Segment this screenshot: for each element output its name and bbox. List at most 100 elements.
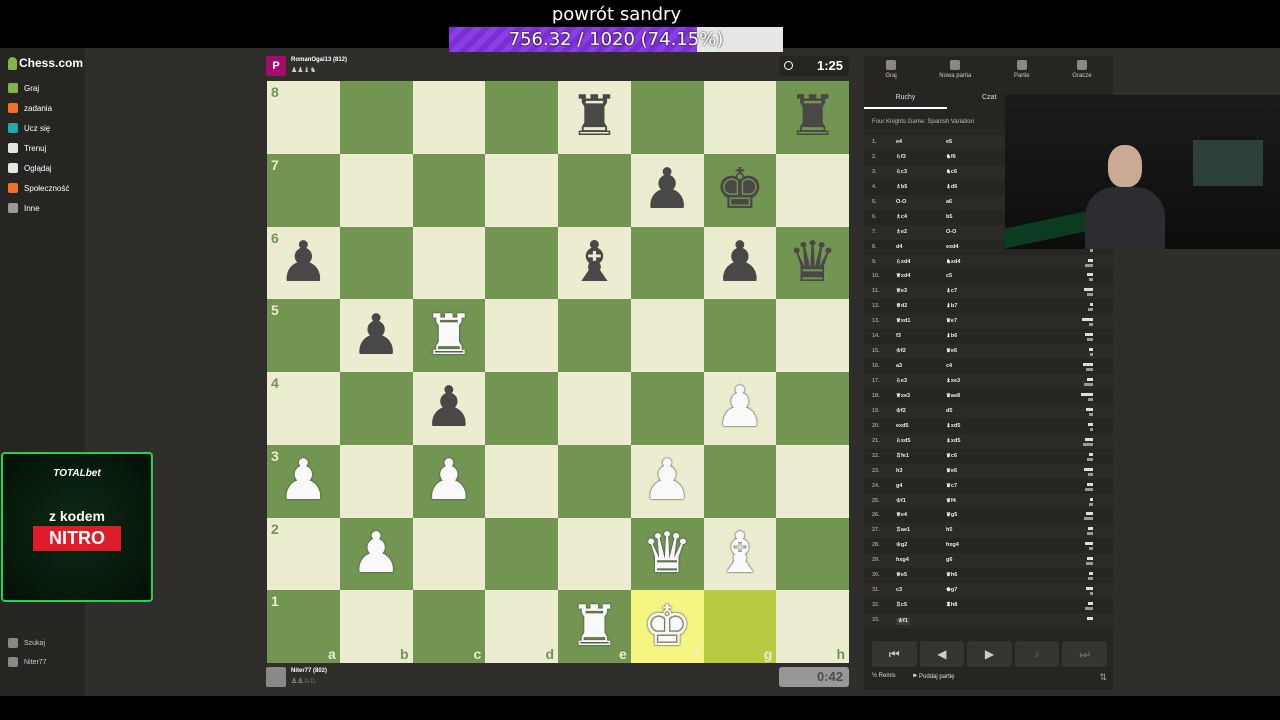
black-move[interactable]: ♝xe3 [946, 378, 960, 384]
white-move[interactable]: ♔g2 [896, 542, 907, 548]
square-h8[interactable]: ♜ [776, 81, 849, 154]
square-a5[interactable]: 5 [267, 299, 340, 372]
sidebar-item-graj[interactable]: Graj [8, 83, 39, 93]
square-c3[interactable]: ♟ [412, 444, 486, 518]
square-c5[interactable]: ♜ [412, 299, 486, 372]
square-g8[interactable] [703, 81, 777, 154]
square-d7[interactable] [485, 153, 558, 227]
square-h7[interactable] [776, 153, 849, 227]
white-move[interactable]: c3 [896, 587, 902, 593]
black-move[interactable]: exd4 [946, 244, 959, 250]
white-pawn-icon[interactable]: ♟ [413, 445, 486, 518]
white-move[interactable]: ♔f2 [896, 408, 906, 414]
square-c7[interactable] [412, 153, 486, 227]
black-move[interactable]: ♛g5 [946, 512, 957, 518]
black-move[interactable]: ♛ae8 [946, 393, 960, 399]
square-a2[interactable]: 2 [267, 517, 340, 591]
black-move[interactable]: ♝xd5 [946, 438, 960, 444]
chess-board[interactable]: 8 ♜ ♜ 7 ♟ ♚ 6 ♟ ♝ ♟ ♛ 5 ♟ ♜ 4 ♟ ♟ 3 ♟ ♟ ♟ 2 ♟ ♛ ♝ 1 a b c d e ♜ f ♚ g h [267, 81, 849, 663]
square-h4[interactable] [776, 372, 849, 445]
black-move[interactable]: g6 [946, 557, 952, 563]
black-move[interactable]: ♝xd5 [946, 423, 960, 429]
black-rook-icon[interactable]: ♜ [558, 81, 631, 154]
black-pawn-icon[interactable]: ♟ [413, 372, 486, 445]
white-move[interactable]: d4 [896, 244, 902, 250]
white-move[interactable]: ♖fe1 [896, 453, 909, 459]
square-h2[interactable] [776, 517, 849, 591]
black-move[interactable]: d5 [946, 408, 952, 414]
square-g3[interactable] [703, 444, 777, 518]
white-pawn-icon[interactable]: ♟ [704, 372, 777, 445]
square-a4[interactable]: 4 [267, 372, 340, 445]
white-move[interactable]: ♕xd4 [896, 273, 910, 279]
white-move[interactable]: e4 [896, 139, 902, 145]
white-rook-icon[interactable]: ♜ [558, 590, 631, 663]
square-f5[interactable] [630, 299, 704, 372]
square-f3[interactable]: ♟ [630, 444, 704, 518]
square-b1[interactable]: b [339, 590, 413, 663]
white-move[interactable]: ♕e4 [896, 512, 907, 518]
white-move[interactable]: ♕d2 [896, 303, 907, 309]
black-move[interactable]: ♛e7 [946, 318, 957, 324]
square-b8[interactable] [339, 81, 413, 154]
black-move[interactable]: c5 [946, 273, 952, 279]
black-move[interactable]: ♝b6 [946, 333, 957, 339]
white-move[interactable]: ♔f1 [896, 617, 910, 625]
black-move[interactable]: O-O [946, 229, 956, 235]
square-a3[interactable]: 3 ♟ [267, 444, 340, 518]
white-move[interactable]: f3 [896, 333, 901, 339]
white-move[interactable]: ♗c4 [896, 214, 907, 220]
opponent-name[interactable]: RomanOgai13 (812) [291, 57, 347, 63]
square-g2[interactable]: ♝ [703, 517, 777, 591]
white-king-icon[interactable]: ♚ [631, 590, 704, 663]
opponent-avatar[interactable]: P [266, 56, 286, 76]
white-move[interactable]: ♗b5 [896, 184, 907, 190]
player-avatar[interactable] [266, 667, 286, 687]
black-move[interactable]: b5 [946, 214, 952, 220]
square-h6[interactable]: ♛ [776, 226, 849, 300]
white-move[interactable]: ♘f3 [896, 154, 906, 160]
black-move[interactable]: ♛e6 [946, 348, 957, 354]
square-d3[interactable] [485, 444, 558, 518]
sidebar-bottom-search[interactable]: Szukaj [8, 638, 45, 648]
flip-board-icon[interactable]: ⇅ [1099, 672, 1107, 683]
white-move[interactable]: ♔f2 [896, 348, 906, 354]
square-d5[interactable] [485, 299, 558, 372]
square-b5[interactable]: ♟ [339, 299, 413, 372]
white-move[interactable]: ♗e2 [896, 229, 907, 235]
square-d1[interactable]: d [485, 590, 558, 663]
last-move-button[interactable]: ⏭ [1062, 641, 1107, 667]
square-f1[interactable]: f ♚ [630, 590, 704, 663]
resign-button[interactable]: ⚑ Poddaj partię [912, 673, 954, 680]
white-move[interactable]: h3 [896, 468, 902, 474]
white-move[interactable]: ♕e5 [896, 572, 907, 578]
sidebar-bottom-avatar[interactable]: Niter77 [8, 657, 47, 667]
white-bishop-icon[interactable]: ♝ [704, 518, 777, 591]
black-move[interactable]: ♛f4 [946, 498, 956, 504]
black-pawn-icon[interactable]: ♟ [340, 299, 413, 372]
black-move[interactable]: ♛h6 [946, 572, 957, 578]
square-g4[interactable]: ♟ [703, 372, 777, 445]
white-move[interactable]: ♕xe3 [896, 393, 910, 399]
square-c2[interactable] [412, 517, 486, 591]
black-move[interactable]: ♝d6 [946, 184, 957, 190]
square-h3[interactable] [776, 444, 849, 518]
black-move[interactable]: ♚g7 [946, 587, 957, 593]
sidebar-item-inne[interactable]: Inne [8, 203, 40, 213]
square-d4[interactable] [485, 372, 558, 445]
square-c8[interactable] [412, 81, 486, 154]
white-move[interactable]: hxg4 [896, 557, 909, 563]
white-move[interactable]: g4 [896, 483, 902, 489]
panel-nav-graj[interactable]: Graj [885, 56, 897, 86]
previous-move-button[interactable]: ◀ [919, 641, 965, 667]
black-move[interactable]: ♝b7 [946, 303, 957, 309]
square-f2[interactable]: ♛ [630, 517, 704, 591]
black-queen-icon[interactable]: ♛ [776, 227, 849, 300]
white-pawn-icon[interactable]: ♟ [631, 445, 704, 518]
sidebar-item-oglądaj[interactable]: Oglądaj [8, 163, 52, 173]
square-a7[interactable]: 7 [267, 153, 340, 227]
white-move[interactable]: ♘e3 [896, 378, 907, 384]
white-move[interactable]: ♕xd1 [896, 318, 910, 324]
black-move[interactable]: ♞xd4 [946, 259, 960, 265]
square-c6[interactable] [412, 226, 486, 300]
